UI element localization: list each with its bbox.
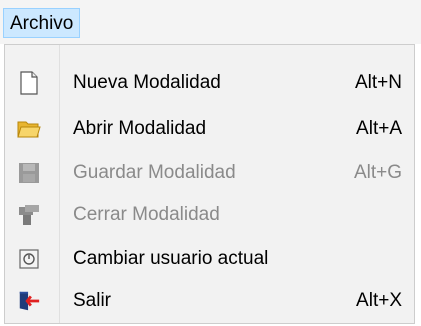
menu-archivo[interactable]: Archivo bbox=[3, 8, 81, 38]
menu-item-shortcut: Alt+G bbox=[353, 162, 402, 183]
menu-item-label: Cambiar usuario actual bbox=[73, 248, 269, 269]
save-icon bbox=[17, 161, 41, 185]
menu-item-shortcut: Alt+N bbox=[355, 72, 402, 93]
new-document-icon bbox=[17, 71, 41, 95]
menu-item-abrir-modalidad[interactable]: Abrir Modalidad Alt+A bbox=[5, 109, 414, 149]
menu-bar: Archivo bbox=[0, 0, 421, 44]
close-modality-icon bbox=[17, 203, 41, 227]
menu-item-salir[interactable]: Salir Alt+X bbox=[5, 281, 414, 321]
folder-open-icon bbox=[17, 117, 41, 141]
menu-item-label: Abrir Modalidad bbox=[73, 118, 207, 139]
change-user-icon bbox=[17, 247, 41, 271]
menu-item-label: Guardar Modalidad bbox=[73, 162, 236, 183]
archivo-dropdown-menu: Nueva Modalidad Alt+N Abrir Modalidad Al… bbox=[4, 44, 415, 324]
menu-item-nueva-modalidad[interactable]: Nueva Modalidad Alt+N bbox=[5, 63, 414, 103]
menu-item-label: Cerrar Modalidad bbox=[73, 204, 220, 225]
menu-item-guardar-modalidad[interactable]: Guardar Modalidad Alt+G bbox=[5, 153, 414, 193]
menu-item-shortcut: Alt+A bbox=[356, 118, 402, 139]
menu-item-label: Salir bbox=[73, 290, 112, 311]
menu-item-cambiar-usuario[interactable]: Cambiar usuario actual bbox=[5, 239, 414, 279]
menu-item-cerrar-modalidad[interactable]: Cerrar Modalidad bbox=[5, 195, 414, 235]
menu-item-label: Nueva Modalidad bbox=[73, 72, 221, 93]
menu-item-shortcut: Alt+X bbox=[356, 290, 402, 311]
exit-icon bbox=[17, 289, 41, 313]
